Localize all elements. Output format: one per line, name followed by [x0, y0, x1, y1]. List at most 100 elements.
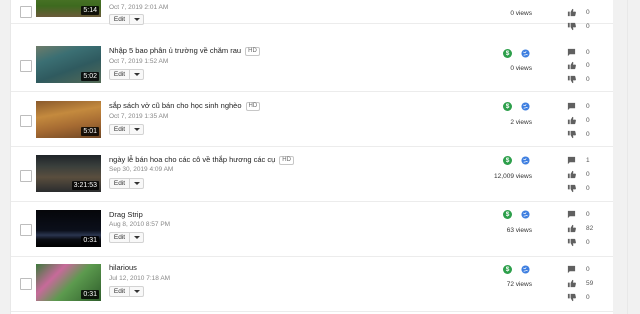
like-count: 82: [586, 225, 594, 232]
duration-label: 5:02: [81, 72, 99, 81]
video-title[interactable]: hilarious: [109, 263, 137, 272]
thumbs-up-icon: [567, 61, 576, 70]
hd-badge: HD: [245, 102, 261, 111]
row-checkbox[interactable]: [20, 170, 32, 182]
edit-dropdown-button[interactable]: [130, 14, 144, 25]
like-count: 0: [586, 117, 590, 124]
thumbs-down-icon: [567, 293, 576, 302]
thumbs-down-icon: [567, 75, 576, 84]
thumbs-down-icon: [567, 184, 576, 193]
thumbs-up-icon: [567, 8, 576, 17]
video-thumbnail[interactable]: 0:31: [36, 210, 101, 247]
row-checkbox[interactable]: [20, 278, 32, 290]
comment-icon: [567, 48, 576, 57]
video-row: 0:31 Drag Strip Aug 8, 2010 8:57 PM Edit…: [11, 202, 627, 257]
comment-icon: [567, 210, 576, 219]
thumbs-up-icon: [567, 116, 576, 125]
video-list-panel: 5:14 Oct 7, 2019 2:01 AM Edit 0 views 0 …: [10, 0, 628, 314]
like-count: 0: [586, 62, 590, 69]
dollar-icon[interactable]: $: [503, 49, 512, 58]
video-thumbnail[interactable]: 5:01: [36, 101, 101, 138]
upload-date: Oct 7, 2019 1:52 AM: [109, 58, 169, 65]
duration-label: 5:01: [81, 127, 99, 136]
comment-count: 0: [586, 103, 590, 110]
edit-dropdown-button[interactable]: [130, 124, 144, 135]
edit-dropdown-button[interactable]: [130, 232, 144, 243]
view-count: 0 views: [510, 10, 532, 17]
globe-icon[interactable]: [521, 102, 530, 111]
comment-icon: [567, 265, 576, 274]
edit-button[interactable]: Edit: [109, 14, 130, 25]
view-count: 72 views: [506, 281, 532, 288]
upload-date: Oct 7, 2019 2:01 AM: [109, 4, 169, 11]
dislike-count: 0: [586, 185, 590, 192]
thumbs-up-icon: [567, 279, 576, 288]
scrollbar[interactable]: [613, 0, 627, 314]
video-title[interactable]: Nhập 5 bao phân ủ trường về chăm rau HD: [109, 46, 260, 56]
duration-label: 0:31: [81, 236, 99, 245]
video-row: 3:21:53 ngày lễ bán hoa cho các cô về th…: [11, 147, 627, 202]
thumbs-down-icon: [567, 22, 576, 31]
view-count: 2 views: [510, 119, 532, 126]
comment-count: 1: [586, 157, 590, 164]
video-title[interactable]: ngày lễ bán hoa cho các cô về thắp hương…: [109, 155, 294, 165]
edit-dropdown-button[interactable]: [130, 178, 144, 189]
video-row: 5:14 Oct 7, 2019 2:01 AM Edit 0 views 0 …: [11, 0, 627, 31]
thumbs-down-icon: [567, 238, 576, 247]
thumbs-up-icon: [567, 224, 576, 233]
edit-button[interactable]: Edit: [109, 286, 130, 297]
row-checkbox[interactable]: [20, 224, 32, 236]
dollar-icon[interactable]: $: [503, 156, 512, 165]
row-checkbox[interactable]: [20, 60, 32, 72]
upload-date: Sep 30, 2019 4:09 AM: [109, 166, 174, 173]
dollar-icon[interactable]: $: [503, 210, 512, 219]
dollar-icon[interactable]: $: [503, 102, 512, 111]
dislike-count: 0: [586, 294, 590, 301]
duration-label: 5:14: [81, 6, 99, 15]
comment-icon: [567, 102, 576, 111]
edit-button[interactable]: Edit: [109, 178, 130, 189]
comment-count: 0: [586, 266, 590, 273]
row-checkbox[interactable]: [20, 6, 32, 18]
duration-label: 3:21:53: [71, 181, 99, 190]
dislike-count: 0: [586, 23, 590, 30]
view-count: 63 views: [506, 227, 532, 234]
hd-badge: HD: [245, 47, 260, 56]
duration-label: 0:31: [81, 290, 99, 299]
comment-count: 0: [586, 49, 590, 56]
edit-button[interactable]: Edit: [109, 69, 130, 80]
edit-dropdown-button[interactable]: [130, 69, 144, 80]
upload-date: Jul 12, 2010 7:18 AM: [109, 275, 171, 282]
globe-icon[interactable]: [521, 156, 530, 165]
edit-button[interactable]: Edit: [109, 232, 130, 243]
video-row: 5:02 Nhập 5 bao phân ủ trường về chăm ra…: [11, 37, 627, 92]
globe-icon[interactable]: [521, 49, 530, 58]
upload-date: Aug 8, 2010 8:57 PM: [109, 221, 171, 228]
view-count: 0 views: [510, 65, 532, 72]
dislike-count: 0: [586, 131, 590, 138]
dollar-icon[interactable]: $: [503, 265, 512, 274]
video-thumbnail[interactable]: 5:14: [36, 0, 101, 17]
comment-count: 0: [586, 211, 590, 218]
like-count: 59: [586, 280, 594, 287]
video-thumbnail[interactable]: 5:02: [36, 46, 101, 83]
thumbs-up-icon: [567, 170, 576, 179]
comment-icon: [567, 156, 576, 165]
video-thumbnail[interactable]: 3:21:53: [36, 155, 101, 192]
dislike-count: 0: [586, 76, 590, 83]
video-thumbnail[interactable]: 0:31: [36, 264, 101, 301]
hd-badge: HD: [279, 156, 294, 165]
dislike-count: 0: [586, 239, 590, 246]
edit-dropdown-button[interactable]: [130, 286, 144, 297]
video-row: 0:31 hilarious Jul 12, 2010 7:18 AM Edit…: [11, 257, 627, 312]
thumbs-down-icon: [567, 130, 576, 139]
globe-icon[interactable]: [521, 265, 530, 274]
like-count: 0: [586, 171, 590, 178]
video-title[interactable]: Drag Strip: [109, 210, 143, 219]
row-checkbox[interactable]: [20, 115, 32, 127]
video-row: 5:01 sắp sách vở cũ bán cho học sinh ngh…: [11, 92, 627, 147]
edit-button[interactable]: Edit: [109, 124, 130, 135]
globe-icon[interactable]: [521, 210, 530, 219]
upload-date: Oct 7, 2019 1:35 AM: [109, 113, 169, 120]
video-title[interactable]: sắp sách vở cũ bán cho học sinh nghèo HD: [109, 101, 261, 111]
